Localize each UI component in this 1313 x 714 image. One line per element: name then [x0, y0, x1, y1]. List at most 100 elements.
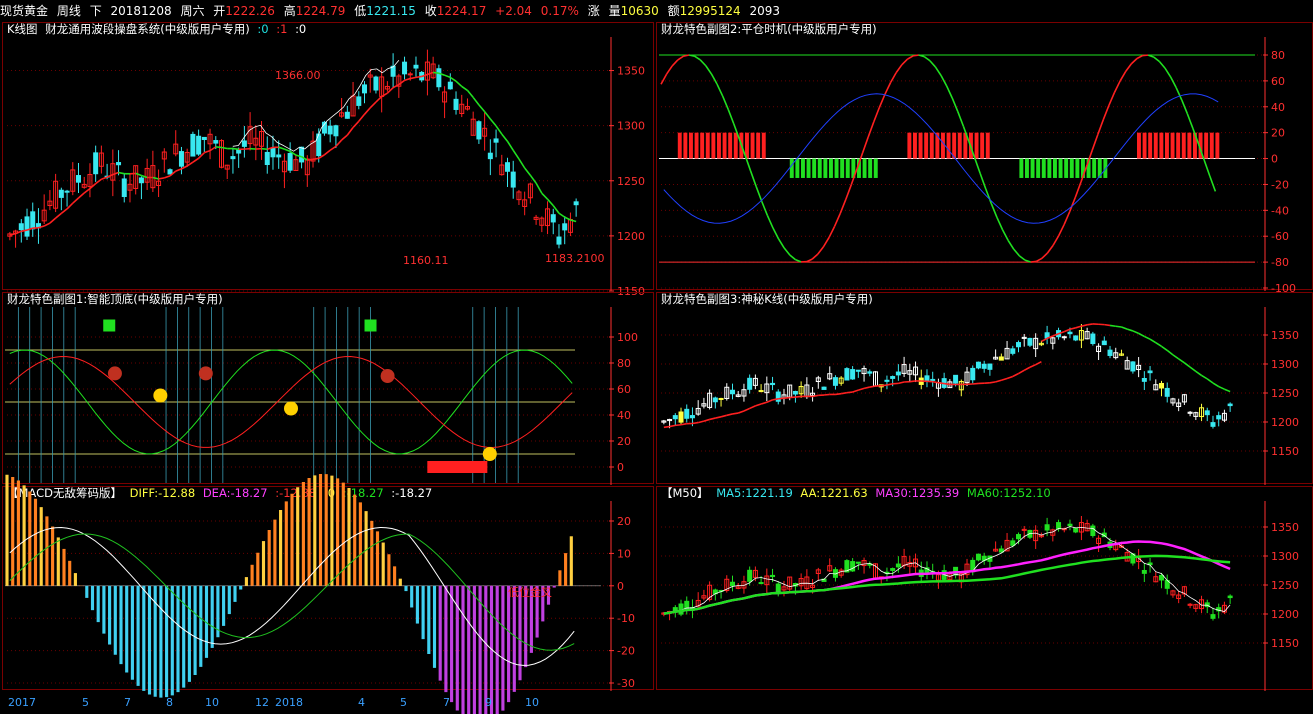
kline-ma-segment	[535, 182, 543, 194]
kline-ma-segment	[192, 157, 200, 163]
kline-ma-segment	[478, 104, 486, 113]
sub3-trend-segment	[732, 412, 739, 415]
candle-body	[1010, 348, 1016, 354]
candle-body	[895, 563, 901, 568]
sub3-trend-segment	[932, 380, 939, 384]
sub2-green-bar	[1092, 158, 1097, 178]
candle-body	[178, 151, 184, 167]
kline-ma-segment	[232, 147, 239, 151]
candle-body	[1090, 333, 1096, 345]
sub2-red-bar	[1181, 132, 1186, 159]
instrument-name: 现货黄金	[0, 4, 49, 18]
sub2-osc-segment	[1097, 119, 1105, 135]
time-axis-label: 7	[124, 696, 131, 709]
macd-tick-label: 0	[617, 580, 624, 593]
low-value: 1221.15	[366, 4, 416, 18]
sub2-green-bar	[812, 158, 817, 178]
sub2-osc-segment	[1052, 235, 1060, 246]
sub2-green-bar	[823, 158, 828, 178]
sub2-tick-label: 0	[1271, 153, 1278, 166]
candle-body	[987, 363, 993, 370]
sub3-trend-segment	[766, 399, 773, 403]
sub2-green-bar	[1053, 158, 1057, 178]
sub3-trend-segment	[1212, 382, 1220, 388]
kline-ma-segment	[323, 149, 331, 156]
kline-ma-segment	[512, 149, 520, 160]
kline-ma-segment	[101, 176, 108, 180]
sub2-red-bar	[733, 132, 738, 159]
sub3-trend-segment	[869, 385, 876, 388]
sub3-trend-segment	[858, 387, 865, 391]
sub3-trend-segment	[663, 425, 670, 429]
sub2-osc-segment	[777, 238, 785, 249]
sub1-panel[interactable]: 财龙特色副图1:智能顶底(中级版用户专用) 100 80 60 40 20 0	[2, 292, 654, 485]
change-label: 涨	[587, 4, 600, 18]
sub2-green-bar	[834, 158, 839, 178]
time-axis-label: 5	[82, 696, 89, 709]
kline-current-mark: 1183.2100	[545, 252, 605, 265]
candle-body	[276, 154, 282, 158]
candle-body	[213, 140, 219, 144]
sub2-red-bar	[913, 132, 917, 159]
time-axis-label: 10	[525, 696, 539, 709]
sub2-osc-segment	[1001, 229, 1009, 241]
m50-panel[interactable]: 【M50】 MA5:1221.19 AA:1221.63 MA30:1235.3…	[656, 486, 1313, 691]
sub2-osc-segment	[895, 64, 903, 74]
sub3-trend-segment	[726, 413, 733, 417]
candle-body	[850, 561, 856, 572]
kline-panel[interactable]: K线图 财龙通用波段操盘系统(中级版用户专用) :0 :1 :0 1350 130…	[2, 22, 654, 298]
candle-body	[981, 363, 987, 369]
sub1-signal-dot	[284, 401, 298, 416]
sub3-trend-segment	[995, 379, 1002, 383]
kline-tick-label: 1200	[617, 230, 645, 243]
sub2-green-bar	[868, 158, 873, 178]
sub2-osc-segment	[833, 213, 841, 227]
kline-ma-segment	[284, 148, 291, 153]
time-axis-label: 10	[205, 696, 219, 709]
kline-ma-segment	[541, 192, 549, 200]
sub2-osc-segment	[1181, 99, 1189, 115]
sub2-osc-segment	[1203, 159, 1211, 177]
time-axis-label: 5	[400, 696, 407, 709]
sub2-osc-segment	[822, 237, 830, 248]
kline-tick-label: 1300	[617, 120, 645, 133]
sub3-trend-segment	[692, 421, 699, 425]
sub2-osc-segment	[1018, 255, 1026, 261]
sub2-osc-segment	[1136, 54, 1143, 60]
candle-body	[1227, 403, 1233, 407]
candle-body	[1015, 342, 1022, 348]
sub2-green-bar	[789, 158, 794, 178]
candle-body	[1067, 523, 1073, 527]
sub3-trend-segment	[1109, 324, 1116, 328]
macd-tick-label: -30	[617, 677, 635, 690]
sub2-red-bar	[1209, 132, 1214, 159]
candle-body	[556, 236, 562, 245]
sub2-red-bar	[1170, 132, 1175, 159]
macd-tick-label: 20	[617, 515, 631, 528]
sub2-osc-segment	[1030, 260, 1037, 263]
kline-high-mark: 1366.00	[275, 69, 321, 82]
sub3-trend-segment	[789, 396, 796, 399]
candle-body	[356, 96, 362, 106]
macd-panel[interactable]: 【MACD无敌筹码版】 DIFF:-12.88 DEA:-18.27 :-12.…	[2, 474, 654, 714]
sub3-trend-segment	[1063, 328, 1071, 333]
candle-body	[850, 369, 856, 380]
kline-ma-segment	[15, 230, 22, 235]
sub2-panel[interactable]: 财龙特色副图2:平仓时机(中级版用户专用) 80 60 40 20 0 -20 -40 -60…	[656, 22, 1313, 295]
sub3-tick-label: 1350	[1271, 329, 1299, 342]
sub3-panel[interactable]: 财龙特色副图3:神秘K线(中级版用户专用) 1350 1300 1250 1200 11…	[656, 292, 1313, 485]
candle-body	[493, 138, 499, 143]
sub2-osc-segment	[811, 253, 819, 260]
sub1-tick-label: 20	[617, 435, 631, 448]
sub2-osc-segment	[1175, 87, 1183, 101]
sub2-red-bar	[941, 132, 945, 159]
period-label[interactable]: 周线	[57, 4, 81, 18]
sub2-osc-segment	[795, 258, 802, 263]
sub2-osc-segment	[761, 201, 769, 216]
sub2-osc-segment	[755, 186, 763, 202]
kline-ma-segment	[77, 192, 85, 199]
sub3-tick-label: 1150	[1271, 445, 1299, 458]
sub2-green-bar	[795, 158, 800, 178]
candle-body	[1158, 382, 1165, 389]
sub3-trend-segment	[715, 416, 722, 419]
